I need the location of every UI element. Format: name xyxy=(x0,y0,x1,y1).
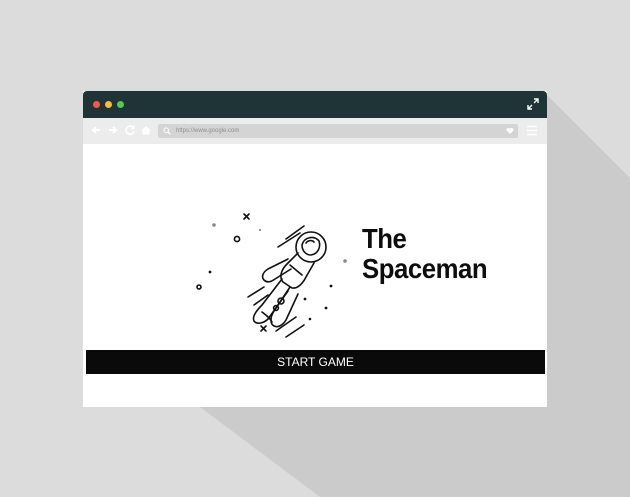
astronaut-illustration xyxy=(196,213,347,338)
close-window-button[interactable] xyxy=(93,101,100,108)
url-text: https://www.google.com xyxy=(176,128,240,134)
browser-window: https://www.google.com The Spaceman STAR… xyxy=(83,91,547,407)
game-title: The Spaceman xyxy=(362,224,518,284)
game-title-line-2: Spaceman xyxy=(362,253,488,284)
expand-icon[interactable] xyxy=(527,98,539,110)
reload-icon[interactable] xyxy=(124,124,136,136)
page-content: The Spaceman START GAME xyxy=(83,144,547,407)
arrow-left-icon[interactable] xyxy=(90,124,102,136)
home-icon[interactable] xyxy=(140,124,152,136)
title-bar xyxy=(83,91,547,118)
maximize-window-button[interactable] xyxy=(117,101,124,108)
menu-icon[interactable] xyxy=(527,125,537,136)
heart-icon[interactable] xyxy=(506,127,514,135)
browser-toolbar: https://www.google.com xyxy=(83,118,547,144)
search-icon xyxy=(163,127,171,135)
minimize-window-button[interactable] xyxy=(105,101,112,108)
arrow-right-icon[interactable] xyxy=(107,124,119,136)
start-game-button[interactable]: START GAME xyxy=(86,350,545,374)
address-bar[interactable]: https://www.google.com xyxy=(158,124,518,138)
game-title-line-1: The xyxy=(362,223,407,254)
